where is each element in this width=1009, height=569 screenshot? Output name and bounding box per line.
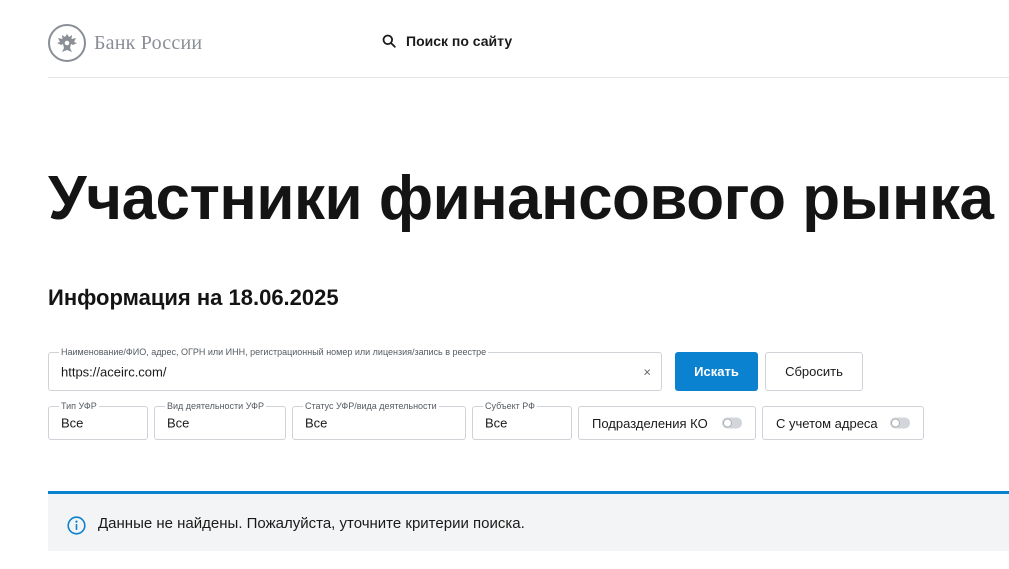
notice-text: Данные не найдены. Пожалуйста, уточните … xyxy=(98,515,525,532)
info-icon xyxy=(67,516,86,535)
site-header: Банк России Поиск по сайту xyxy=(48,0,1009,78)
no-results-notice: Данные не найдены. Пожалуйста, уточните … xyxy=(48,491,1009,551)
ufr-type-value: Все xyxy=(61,415,84,431)
toggle-knob xyxy=(891,418,900,428)
ufr-type-select[interactable]: Тип УФР Все xyxy=(48,400,148,440)
search-input[interactable]: https://aceirc.com/ xyxy=(61,364,166,379)
region-select[interactable]: Субъект РФ Все xyxy=(472,400,572,440)
activity-type-legend: Вид деятельности УФР xyxy=(165,400,266,412)
status-select[interactable]: Статус УФР/вида деятельности Все xyxy=(292,400,466,440)
ufr-type-legend: Тип УФР xyxy=(59,400,99,412)
with-address-switch[interactable] xyxy=(890,417,910,429)
search-icon xyxy=(382,34,396,48)
site-search-link[interactable]: Поиск по сайту xyxy=(382,33,512,49)
registry-search-field[interactable]: Наименование/ФИО, адрес, ОГРН или ИНН, р… xyxy=(48,346,662,391)
reset-button[interactable]: Сбросить xyxy=(765,352,863,391)
status-value: Все xyxy=(305,415,328,431)
page-title: Участники финансового рынка xyxy=(48,164,994,233)
search-field-legend: Наименование/ФИО, адрес, ОГРН или ИНН, р… xyxy=(59,346,489,358)
status-legend: Статус УФР/вида деятельности xyxy=(303,400,439,412)
ko-divisions-toggle[interactable]: Подразделения КО xyxy=(578,406,756,440)
with-address-label: С учетом адреса xyxy=(776,415,878,431)
toggle-knob xyxy=(723,418,732,428)
site-search-label: Поиск по сайту xyxy=(406,33,513,49)
ko-divisions-label: Подразделения КО xyxy=(592,415,708,431)
clear-icon[interactable]: × xyxy=(643,364,651,379)
search-button[interactable]: Искать xyxy=(675,352,758,391)
activity-type-select[interactable]: Вид деятельности УФР Все xyxy=(154,400,286,440)
bank-logo[interactable]: Банк России xyxy=(48,24,202,62)
with-address-toggle[interactable]: С учетом адреса xyxy=(762,406,924,440)
ko-divisions-switch[interactable] xyxy=(722,417,742,429)
activity-type-value: Все xyxy=(167,415,190,431)
logo-text: Банк России xyxy=(94,31,203,54)
eagle-emblem-icon xyxy=(48,24,86,62)
region-value: Все xyxy=(485,415,508,431)
region-legend: Субъект РФ xyxy=(483,400,537,412)
info-date-heading: Информация на 18.06.2025 xyxy=(48,285,339,310)
